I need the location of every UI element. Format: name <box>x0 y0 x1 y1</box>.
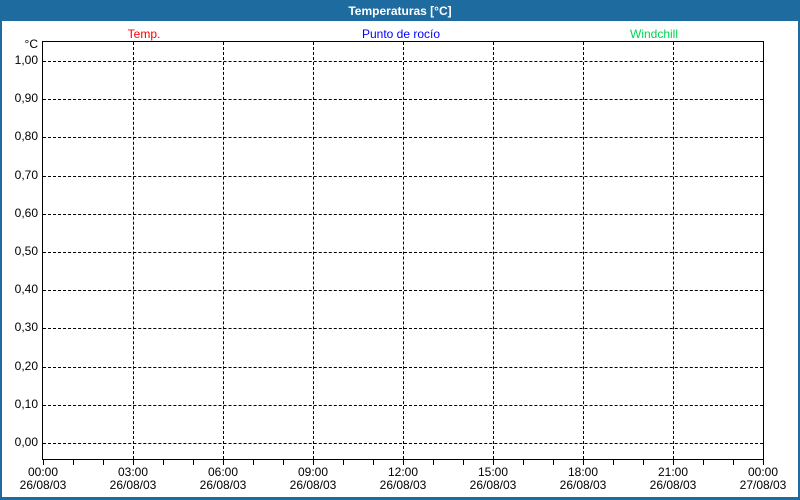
x-axis-time-label: 21:00 <box>657 465 689 479</box>
x-gridline <box>583 42 584 459</box>
x-axis-date-label: 26/08/03 <box>559 478 607 492</box>
x-axis-tick-mark <box>643 460 644 465</box>
x-axis-time-label: 15:00 <box>477 465 509 479</box>
x-axis-tick-mark <box>163 460 164 465</box>
x-axis-tick-mark <box>193 460 194 465</box>
x-axis-date-label: 26/08/03 <box>19 478 67 492</box>
x-gridline <box>313 42 314 459</box>
y-axis-tick-label: 0,30 <box>14 320 38 335</box>
y-axis-tick-label: 0,80 <box>14 129 38 144</box>
x-axis-date-label: 27/08/03 <box>739 478 787 492</box>
x-axis-date-label: 26/08/03 <box>649 478 697 492</box>
x-axis-tick-mark <box>523 460 524 465</box>
y-axis-unit-label: °C <box>24 37 38 51</box>
legend-item-temp: Temp. <box>127 27 161 41</box>
x-axis-date-label: 26/08/03 <box>199 478 247 492</box>
y-axis-tick-label: 0,10 <box>14 396 38 411</box>
x-axis-tick-mark <box>253 460 254 465</box>
x-axis-tick-mark <box>433 460 434 465</box>
y-axis-tick-label: 0,60 <box>14 205 38 220</box>
x-axis-tick-mark <box>103 460 104 465</box>
y-axis-tick-label: 0,50 <box>14 244 38 258</box>
y-axis-tick-label: 0,40 <box>14 282 38 297</box>
chart-window: Temperaturas [°C] Temp. Punto de rocío W… <box>0 0 800 500</box>
x-axis-tick-mark <box>373 460 374 465</box>
x-axis-time-label: 06:00 <box>207 465 239 479</box>
x-axis-tick-mark <box>283 460 284 465</box>
x-gridline <box>673 42 674 459</box>
x-axis-date-label: 26/08/03 <box>379 478 427 492</box>
x-axis-time-label: 12:00 <box>387 465 419 479</box>
x-gridline <box>493 42 494 459</box>
y-axis-tick-label: 0,00 <box>14 435 38 449</box>
x-axis-tick-mark <box>553 460 554 465</box>
x-axis-time-label: 03:00 <box>117 465 149 479</box>
x-axis-time-label: 00:00 <box>747 465 779 479</box>
window-titlebar: Temperaturas [°C] <box>2 0 798 21</box>
x-axis-date-label: 26/08/03 <box>289 478 337 492</box>
x-axis-time-label: 09:00 <box>297 465 329 479</box>
y-axis-tick-label: 1,00 <box>14 53 38 67</box>
plot-area <box>42 41 764 460</box>
x-axis-time-label: 18:00 <box>567 465 599 479</box>
legend-item-dew-point: Punto de rocío <box>361 27 441 41</box>
x-axis-tick-mark <box>73 460 74 465</box>
x-gridline <box>133 42 134 459</box>
x-axis-tick-mark <box>463 460 464 465</box>
x-axis-date-label: 26/08/03 <box>469 478 517 492</box>
x-axis-tick-mark <box>613 460 614 465</box>
y-axis-tick-label: 0,70 <box>14 167 38 182</box>
x-axis-tick-mark <box>703 460 704 465</box>
window-title: Temperaturas [°C] <box>348 3 452 18</box>
x-axis-tick-mark <box>733 460 734 465</box>
legend-item-windchill: Windchill <box>629 27 679 41</box>
y-axis-tick-label: 0,20 <box>14 358 38 373</box>
y-axis-tick-label: 0,90 <box>14 91 38 106</box>
x-axis-time-label: 00:00 <box>27 465 59 479</box>
x-gridline <box>403 42 404 459</box>
x-gridline <box>223 42 224 459</box>
x-axis-tick-mark <box>343 460 344 465</box>
x-axis-date-label: 26/08/03 <box>109 478 157 492</box>
